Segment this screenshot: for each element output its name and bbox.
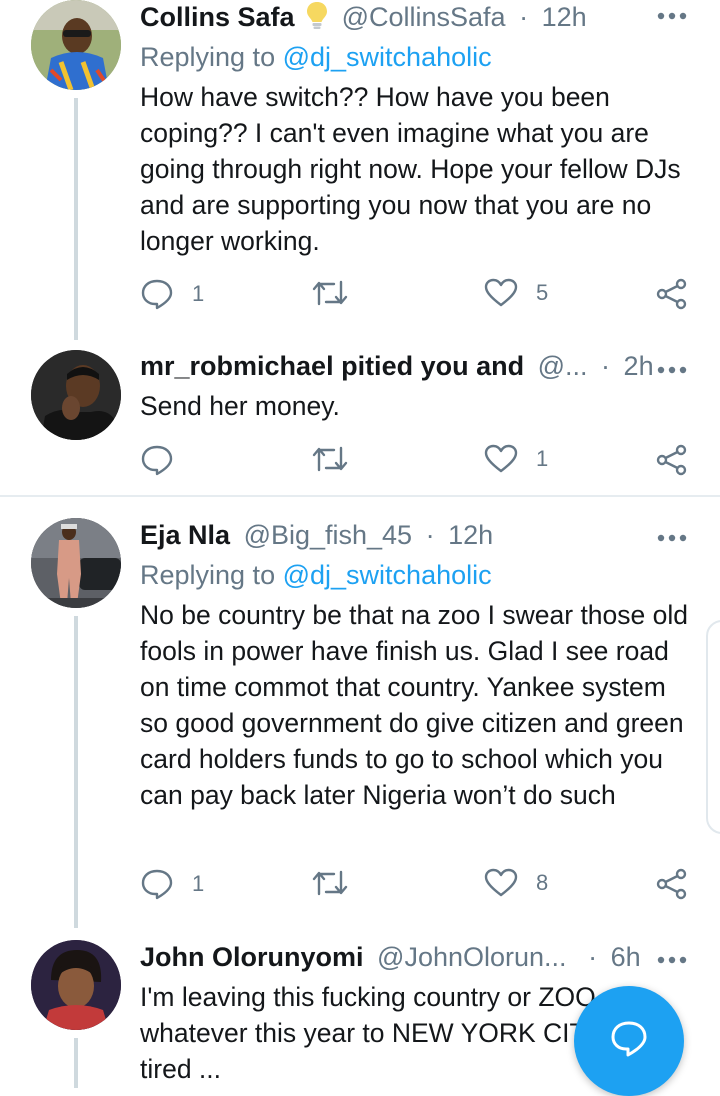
like-count: 8 <box>536 870 549 895</box>
tweet-mr-robmichael[interactable]: mr_robmichael pitied you and @... · 2h S… <box>0 348 720 493</box>
like-count: 5 <box>536 280 549 305</box>
separator-dot: · <box>588 942 598 972</box>
more-options-icon[interactable] <box>656 8 688 20</box>
timestamp[interactable]: 2h <box>624 351 654 381</box>
timestamp[interactable]: 6h <box>611 942 641 972</box>
separator-dot: · <box>601 351 611 381</box>
reply-button[interactable] <box>140 444 192 476</box>
more-options-icon[interactable] <box>656 952 688 964</box>
thread-line <box>74 98 78 340</box>
tweet-header: John Olorunyomi @JohnOlorun... · 6h <box>140 940 641 974</box>
timestamp[interactable]: 12h <box>448 520 493 550</box>
tweet-actions: 1 8 <box>140 868 700 902</box>
more-options-icon[interactable] <box>656 362 688 374</box>
reply-button[interactable]: 1 <box>140 868 204 900</box>
avatar[interactable] <box>31 350 121 440</box>
like-button[interactable]: 5 <box>484 278 548 308</box>
share-icon <box>656 868 688 900</box>
timestamp[interactable]: 12h <box>542 2 587 32</box>
heart-icon <box>484 444 518 474</box>
replying-to-label: Replying to <box>140 560 276 590</box>
separator-dot: · <box>519 2 529 32</box>
like-count: 1 <box>536 446 549 471</box>
reply-count: 1 <box>192 871 205 896</box>
replying-to: Replying to @dj_switchaholic <box>140 558 492 592</box>
avatar[interactable] <box>31 0 121 90</box>
avatar[interactable] <box>31 940 121 1030</box>
display-name[interactable]: mr_robmichael pitied you and <box>140 351 524 381</box>
retweet-button[interactable] <box>312 278 366 308</box>
reply-button[interactable]: 1 <box>140 278 204 310</box>
share-button[interactable] <box>656 278 688 310</box>
replying-to-mention[interactable]: @dj_switchaholic <box>283 560 492 590</box>
share-icon <box>656 278 688 310</box>
handle[interactable]: @JohnOlorun... <box>377 942 567 972</box>
tweet-text: No be country be that na zoo I swear tho… <box>140 600 688 810</box>
reply-icon <box>140 868 174 900</box>
replying-to: Replying to @dj_switchaholic <box>140 40 492 74</box>
retweet-icon <box>312 444 348 474</box>
tweet-text: Send her money. <box>140 391 340 421</box>
more-options-icon[interactable] <box>656 530 688 542</box>
handle[interactable]: @... <box>538 351 588 381</box>
replying-to-mention[interactable]: @dj_switchaholic <box>283 42 492 72</box>
retweet-icon <box>312 868 348 898</box>
display-name[interactable]: Eja Nla <box>140 520 230 550</box>
thread-line <box>74 616 78 928</box>
like-button[interactable]: 8 <box>484 868 548 898</box>
share-icon <box>656 444 688 476</box>
chat-bubble-icon <box>609 1019 649 1064</box>
share-button[interactable] <box>656 868 688 900</box>
handle[interactable]: @Big_fish_45 <box>244 520 413 550</box>
tweet-header: mr_robmichael pitied you and @... · 2h <box>140 349 654 383</box>
retweet-icon <box>312 278 348 308</box>
reply-icon <box>140 444 174 476</box>
tweet-header: Eja Nla @Big_fish_45 · 12h <box>140 518 493 552</box>
tweet-text: How have switch?? How have you been copi… <box>140 82 681 256</box>
display-name[interactable]: John Olorunyomi <box>140 942 364 972</box>
heart-icon <box>484 278 518 308</box>
replying-to-label: Replying to <box>140 42 276 72</box>
tweet-actions: 1 5 <box>140 278 700 312</box>
reply-count: 1 <box>192 281 205 306</box>
tweet-eja-nla[interactable]: Eja Nla @Big_fish_45 · 12h Replying to @… <box>0 518 720 928</box>
like-button[interactable]: 1 <box>484 444 548 474</box>
display-name[interactable]: Collins Safa <box>140 2 295 32</box>
separator-dot: · <box>425 520 435 550</box>
retweet-button[interactable] <box>312 868 366 898</box>
tweet-collins-safa[interactable]: Collins Safa @CollinsSafa · 12h Replying… <box>0 0 720 340</box>
thread-line <box>74 1038 78 1088</box>
share-button[interactable] <box>656 444 688 476</box>
tweet-actions: 1 <box>140 444 700 478</box>
tweet-header: Collins Safa @CollinsSafa · 12h <box>140 0 587 38</box>
lightbulb-icon <box>306 0 328 38</box>
tweet-divider <box>0 495 720 497</box>
avatar[interactable] <box>31 518 121 608</box>
retweet-button[interactable] <box>312 444 366 474</box>
compose-reply-button[interactable] <box>574 986 684 1096</box>
side-panel-handle[interactable] <box>706 620 720 834</box>
heart-icon <box>484 868 518 898</box>
handle[interactable]: @CollinsSafa <box>342 2 506 32</box>
reply-icon <box>140 278 174 310</box>
